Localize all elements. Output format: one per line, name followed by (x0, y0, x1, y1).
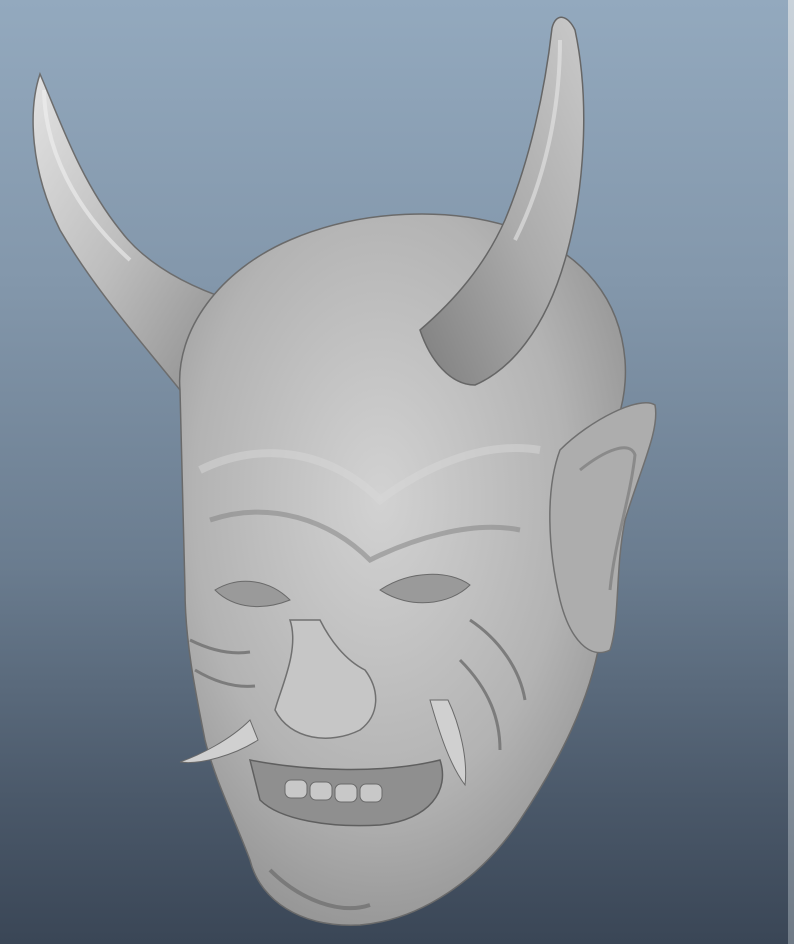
3d-viewport[interactable] (0, 0, 794, 944)
oni-mask-model[interactable] (0, 0, 794, 944)
viewport-edge (788, 0, 794, 944)
